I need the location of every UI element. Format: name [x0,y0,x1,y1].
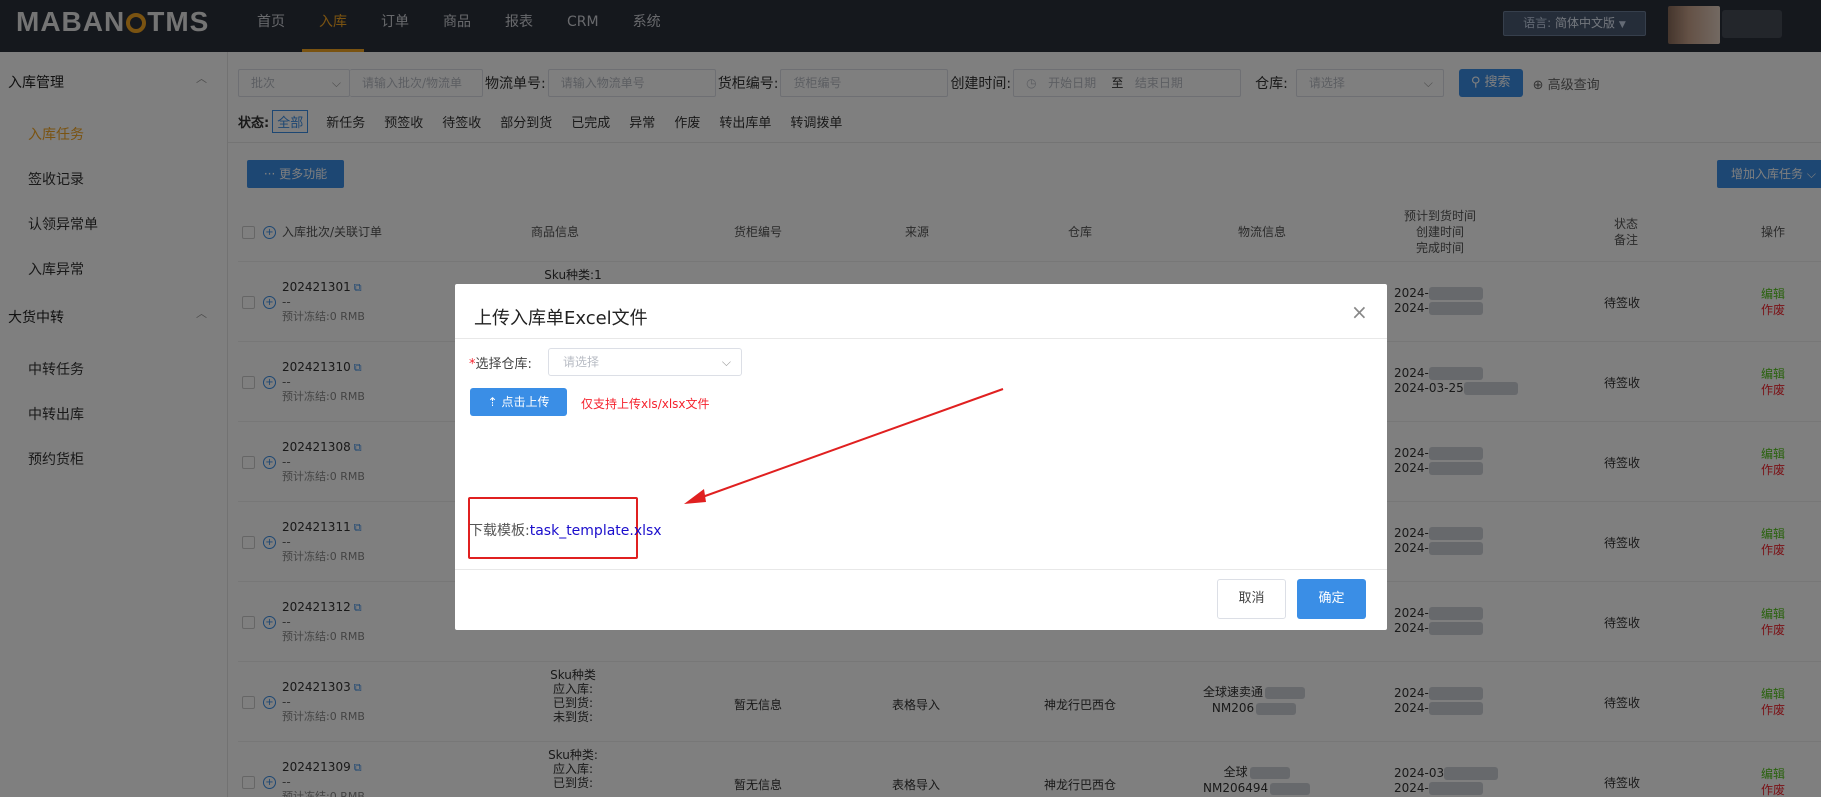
dialog-warehouse-select[interactable]: 请选择 ⌵ [548,348,742,376]
download-template-link[interactable]: task_template.xlsx [530,523,662,539]
upload-icon: ⇡ [487,395,498,409]
upload-excel-dialog: 上传入库单Excel文件 × *选择仓库: 请选择 ⌵ ⇡ 点击上传 仅支持上传x… [455,284,1387,630]
cancel-button[interactable]: 取消 [1217,579,1286,619]
close-icon[interactable]: × [1351,300,1368,324]
warehouse-field-label: *选择仓库: [469,357,532,372]
chevron-down-icon: ⌵ [721,355,731,369]
upload-hint: 仅支持上传xls/xlsx文件 [581,397,710,411]
divider [455,338,1387,339]
upload-button[interactable]: ⇡ 点击上传 [470,388,567,416]
dialog-title: 上传入库单Excel文件 [474,308,648,329]
confirm-button[interactable]: 确定 [1297,579,1366,619]
download-template: 下载模板:task_template.xlsx [469,523,662,539]
divider [455,569,1387,570]
